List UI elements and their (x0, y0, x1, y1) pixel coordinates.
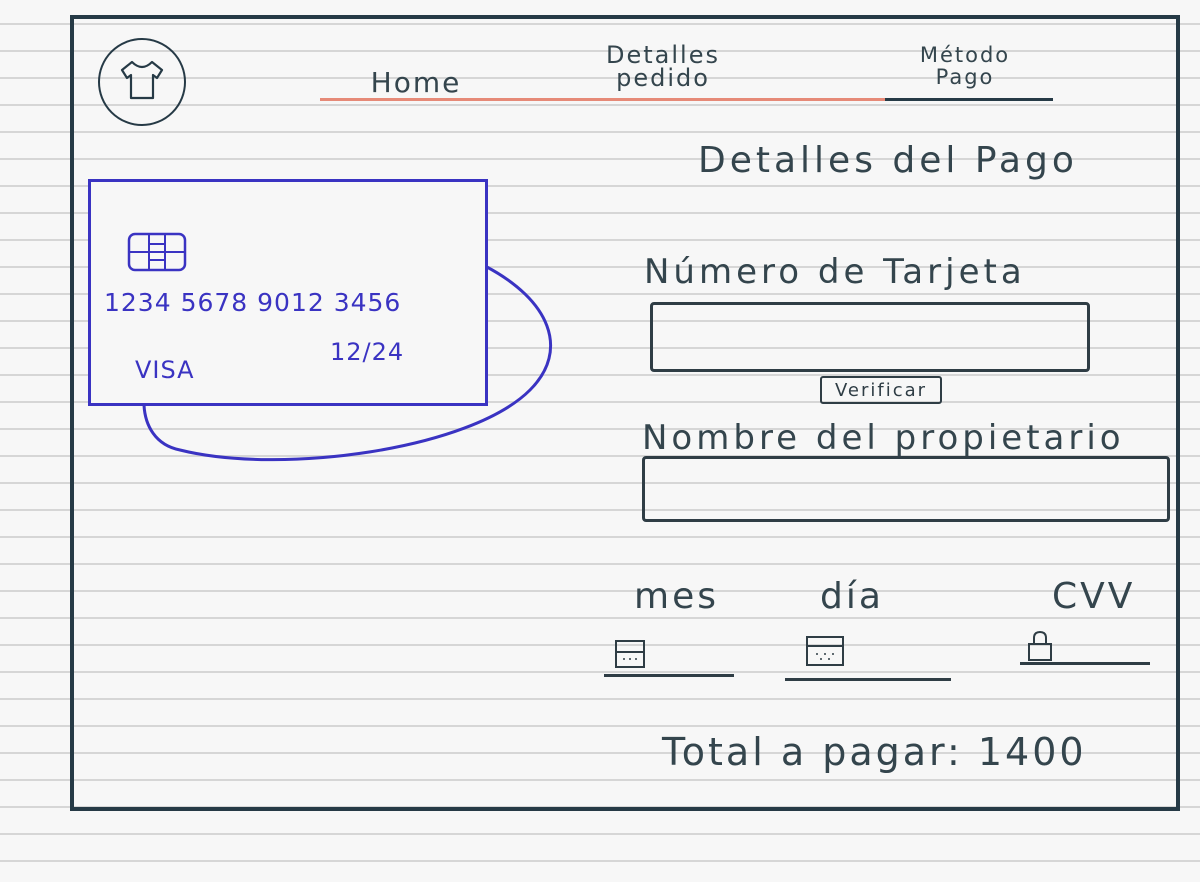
calendar-icon[interactable] (804, 634, 848, 670)
cvv-label: CVV (1052, 576, 1136, 617)
card-number-label: Número de Tarjeta (644, 252, 1026, 292)
card-expiry: 12/24 (330, 338, 405, 366)
calendar-icon[interactable] (613, 638, 649, 670)
nav-detalles-pedido[interactable]: Detalles pedido (588, 43, 738, 92)
card-brand: VISA (135, 356, 195, 384)
nav-metodo-pago[interactable]: Método Pago (905, 44, 1025, 88)
logo[interactable] (98, 38, 186, 126)
nav-home[interactable]: Home (360, 66, 472, 99)
tshirt-icon (120, 60, 164, 100)
month-label: mes (634, 576, 719, 617)
nav-metodo-line2: Pago (935, 65, 995, 89)
card-number: 1234 5678 9012 3456 (104, 288, 402, 317)
lock-icon[interactable] (1024, 628, 1056, 662)
form-title: Detalles del Pago (698, 140, 1078, 181)
cvv-field[interactable] (1020, 662, 1150, 665)
total-amount: Total a pagar: 1400 (662, 730, 1087, 774)
nav-metodo-line1: Método (919, 43, 1011, 67)
nav-detalles-line2: pedido (616, 64, 710, 92)
card-chip-icon (127, 232, 187, 272)
owner-name-label: Nombre del propietario (642, 418, 1125, 458)
owner-name-input[interactable] (642, 456, 1170, 522)
nav-underline (885, 98, 1053, 101)
card-number-input[interactable] (650, 302, 1090, 372)
day-field[interactable] (785, 678, 951, 681)
day-label: día (820, 576, 884, 617)
verify-button[interactable]: Verificar (820, 376, 942, 404)
month-field[interactable] (604, 674, 734, 677)
